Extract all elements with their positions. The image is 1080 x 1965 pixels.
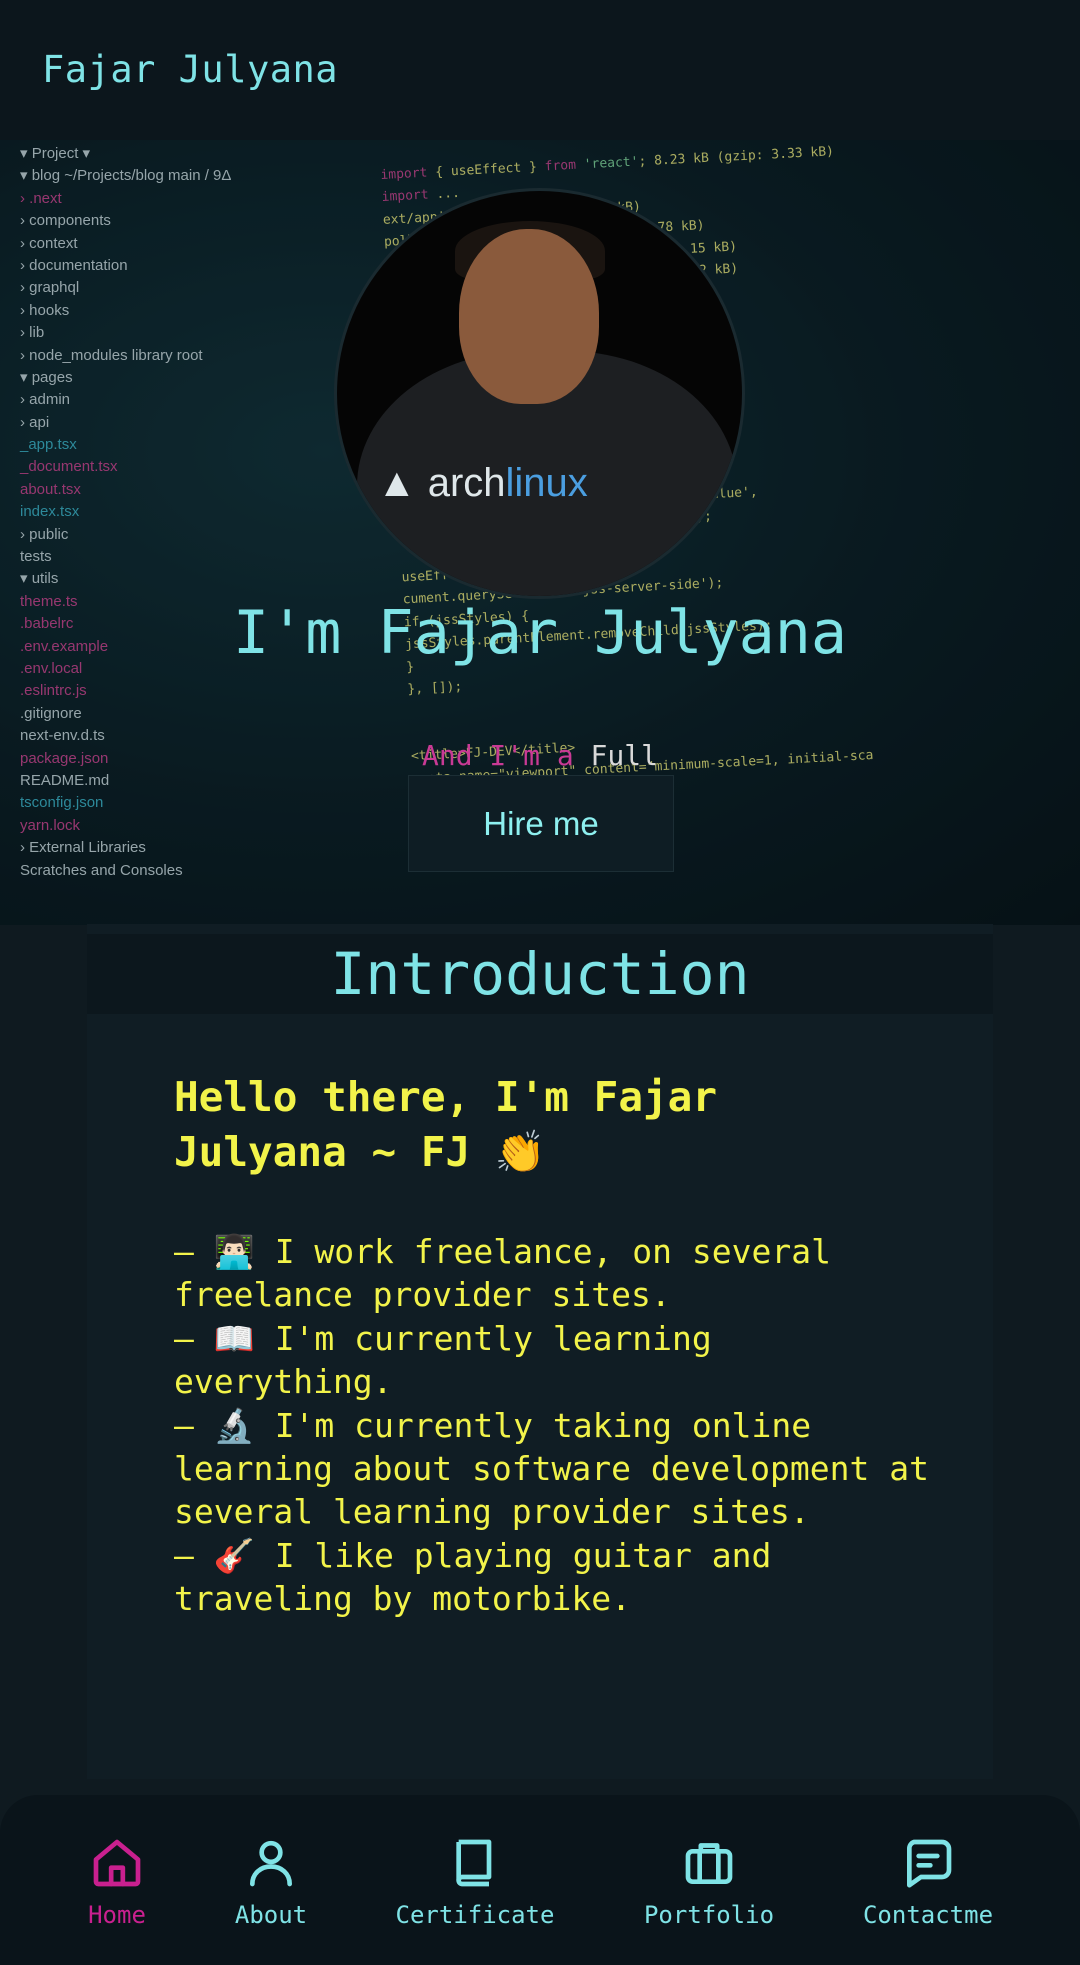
nav-label-contactme: Contactme [862,1901,994,1929]
list-item: – 🔬 I'm currently taking online learning… [174,1406,929,1531]
hero-subtitle-prefix: And I'm a [421,739,574,772]
introduction-heading: Introduction [87,934,993,1014]
nav-item-contactme[interactable]: Contactme [856,1835,1000,1929]
book-icon [456,1839,492,1887]
nav-item-portfolio[interactable]: Portfolio [637,1835,781,1929]
hero-subtitle-role: Full [573,739,658,772]
nav-item-about[interactable]: About [230,1835,312,1929]
nav-label-certificate: Certificate [395,1901,555,1929]
list-item: – 🎸 I like playing guitar and traveling … [174,1536,772,1618]
nav-item-certificate[interactable]: Certificate [390,1835,560,1929]
list-item: – 📖 I'm currently learning everything. [174,1319,712,1401]
nav-label-portfolio: Portfolio [643,1901,775,1929]
nav-item-home[interactable]: Home [82,1835,152,1929]
nav-label-home: Home [88,1901,146,1929]
home-icon [93,1839,141,1887]
list-item: – 👨🏻‍💻 I work freelance, on several free… [174,1232,831,1314]
nav-label-about: About [234,1901,308,1929]
top-header: Fajar Julyana [0,0,1080,140]
bottom-navigation: Home About Certificate Portfolio Contact… [0,1795,1080,1965]
introduction-card: Introduction Hello there, I'm Fajar July… [87,924,993,1779]
hero-subtitle: And I'm a Full [0,741,1080,771]
briefcase-icon [685,1843,733,1884]
introduction-list: – 👨🏻‍💻 I work freelance, on several free… [174,1230,934,1621]
hero-title: I'm Fajar Julyana [232,598,848,668]
introduction-greeting: Hello there, I'm Fajar Julyana ~ FJ 👏 [174,1073,718,1176]
message-icon [907,1839,952,1888]
person-icon [250,1840,292,1887]
profile-photo: ▲ archlinux [337,191,742,596]
hire-me-button[interactable]: Hire me [408,775,674,872]
site-brand[interactable]: Fajar Julyana [42,48,338,91]
